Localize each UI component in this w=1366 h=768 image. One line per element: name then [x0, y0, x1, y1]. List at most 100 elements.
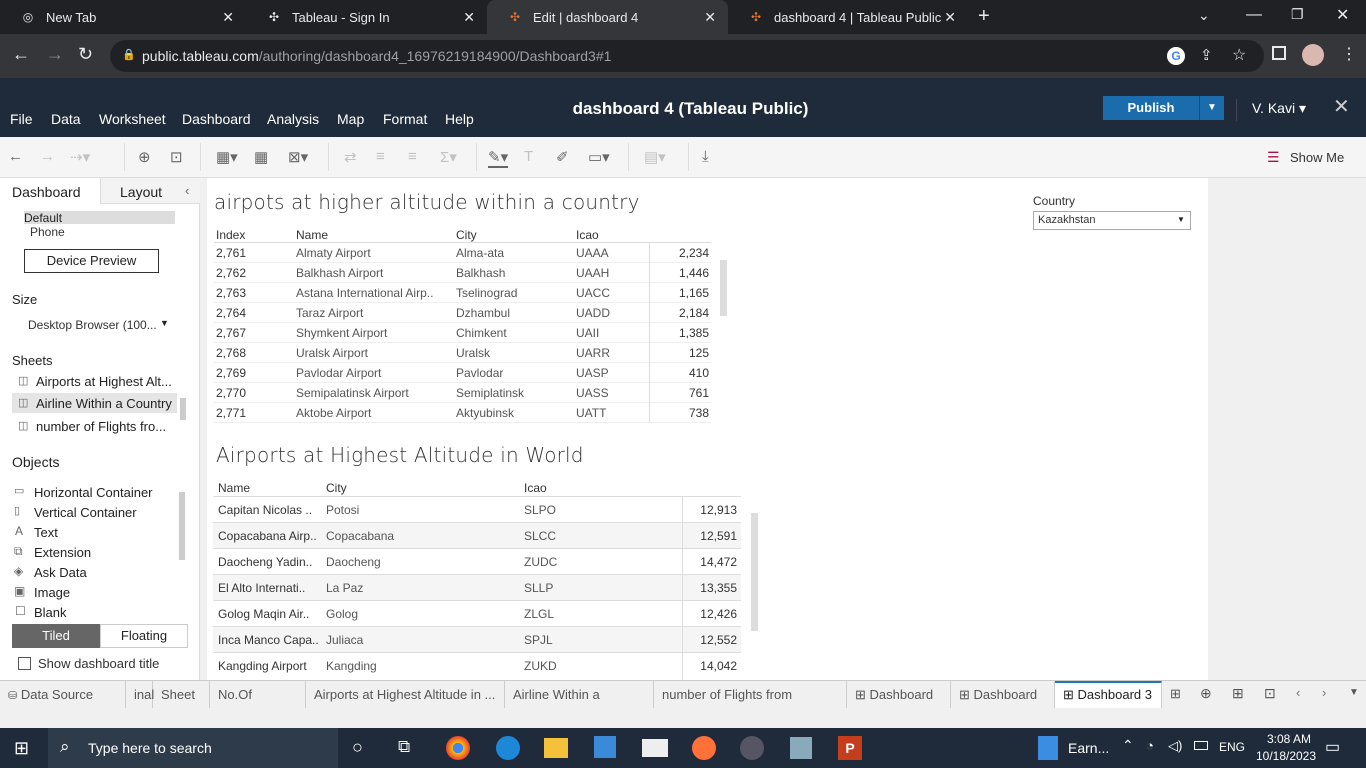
word-doc-icon[interactable] [1038, 736, 1058, 760]
object-vertical-container[interactable]: ▯ Vertical Container [14, 504, 184, 522]
highlight-icon[interactable]: ✎▾ [488, 148, 509, 168]
notepad-icon[interactable] [790, 737, 812, 759]
col-header-city[interactable]: City [456, 228, 477, 242]
taskbar-search-box[interactable]: ⌕ Type here to search [48, 728, 338, 768]
battery-icon[interactable] [1194, 741, 1208, 750]
device-phone[interactable]: Phone [30, 225, 65, 239]
new-sheet-icon[interactable]: ▦▾ [216, 148, 238, 166]
objects-scrollbar[interactable] [179, 492, 185, 560]
profile-avatar[interactable] [1302, 44, 1324, 66]
edge-icon[interactable] [496, 736, 520, 760]
tabs-menu-icon[interactable]: ▼ [1349, 687, 1359, 698]
taskbar-app-label[interactable]: Earn... [1068, 740, 1109, 756]
clock-date[interactable]: 10/18/2023 [1250, 749, 1322, 763]
windows-start-icon[interactable]: ⊞ [14, 738, 29, 759]
minimize-icon[interactable]: — [1246, 6, 1262, 24]
format-workbook-icon[interactable]: ✐ [556, 148, 569, 166]
language-indicator[interactable]: ENG [1219, 740, 1245, 754]
table-row[interactable]: Golog Maqin Air.. Golog ZLGL 12,426 [213, 600, 741, 626]
device-default[interactable]: Default [24, 211, 175, 225]
col-header-name[interactable]: Name [296, 228, 328, 242]
table-row[interactable]: Inca Manco Capa.. Juliaca SPJL 12,552 [213, 626, 741, 652]
table-row[interactable]: El Alto Internati.. La Paz SLLP 13,355 [213, 574, 741, 600]
undo-icon[interactable]: ← [8, 148, 23, 165]
sheet-item-airline-country[interactable]: ◫ Airline Within a Country [12, 393, 177, 413]
col-header-city2[interactable]: City [326, 481, 347, 495]
tiled-toggle[interactable]: Tiled [12, 624, 100, 648]
redo-icon[interactable]: → [40, 148, 55, 165]
table-row[interactable]: 2,767 Shymkent Airport Chimkent UAII 1,385 [214, 323, 711, 343]
col-header-name2[interactable]: Name [218, 481, 250, 495]
cortana-icon[interactable]: ○ [352, 737, 363, 758]
table-row[interactable]: 2,761 Almaty Airport Alma-ata UAAA 2,234 [214, 243, 711, 263]
tab-airline-country[interactable]: Airline Within a Country [505, 681, 654, 729]
tab-dashboard[interactable]: Dashboard [0, 178, 100, 204]
window-close-icon[interactable]: ✕ [1336, 5, 1349, 25]
new-story-icon[interactable]: ⊡ [1264, 685, 1276, 702]
chrome-menu-icon[interactable]: ⋮ [1341, 44, 1357, 64]
firefox-icon[interactable] [692, 736, 716, 760]
col-header-icao2[interactable]: Icao [524, 481, 547, 495]
close-tab-icon[interactable]: ✕ [463, 9, 475, 26]
sheet1-scrollbar[interactable] [720, 260, 727, 316]
google-icon[interactable]: G [1167, 47, 1185, 65]
new-datasource-icon[interactable]: ⊕ [138, 148, 151, 166]
tab-data-source[interactable]: ⛁ Data Source [0, 681, 126, 708]
swap-icon[interactable]: ⇄ [344, 148, 357, 166]
back-icon[interactable]: ← [12, 44, 30, 65]
mail-icon[interactable] [642, 739, 668, 757]
tray-chevron-icon[interactable]: ⌃ [1122, 737, 1134, 754]
table-row[interactable]: 2,770 Semipalatinsk Airport Semiplatinsk UA… [214, 383, 711, 403]
reload-icon[interactable]: ↻ [78, 44, 93, 65]
sheet-item-airports-highest[interactable]: ◫ Airports at Highest Alt... [12, 371, 177, 391]
address-bar[interactable]: 🔒 public.tableau.com/authoring/dashboard… [110, 40, 1264, 72]
replay-icon[interactable]: ⇢▾ [70, 148, 90, 166]
browser-tab-dashboard-public[interactable]: ✣ dashboard 4 | Tableau Public ✕ [728, 0, 968, 34]
volume-icon[interactable]: ◁) [1168, 738, 1182, 754]
side-panel-icon[interactable] [1272, 46, 1286, 60]
collapse-panel-icon[interactable]: ‹ [185, 183, 189, 198]
dashboard-icon[interactable]: ⊞ [1170, 686, 1181, 702]
object-ask-data[interactable]: ◈ Ask Data [14, 564, 184, 582]
sort-asc-icon[interactable]: ≡ [376, 148, 385, 165]
browser-tab-tableau-signin[interactable]: ✣ Tableau - Sign In ✕ [246, 0, 487, 34]
object-text[interactable]: A Text [14, 524, 184, 542]
object-blank[interactable]: ☐ Blank [14, 604, 184, 622]
forward-icon[interactable]: → [46, 44, 64, 65]
col-header-index[interactable]: Index [216, 228, 245, 242]
table-row[interactable]: Copacabana Airp.. Copacabana SLCC 12,591 [213, 522, 741, 548]
file-explorer-icon[interactable] [544, 738, 568, 758]
bookmark-star-icon[interactable]: ☆ [1232, 45, 1246, 65]
browser-tab-edit-dashboard[interactable]: ✣ Edit | dashboard 4 ✕ [487, 0, 728, 34]
show-title-checkbox[interactable] [18, 657, 31, 670]
new-tab-button[interactable]: + [978, 5, 990, 28]
tab-no-of-airports[interactable]: No.Of Airports [210, 681, 306, 729]
presentation-icon[interactable]: ▤▾ [644, 148, 666, 166]
wifi-icon[interactable]: ◔ [1146, 738, 1154, 753]
scroll-right-icon[interactable]: › [1322, 685, 1326, 700]
publish-button[interactable]: Publish [1103, 96, 1199, 120]
floating-toggle[interactable]: Floating [100, 624, 188, 648]
store-icon[interactable] [594, 736, 616, 758]
duplicate-sheet-icon[interactable]: ▦ [254, 148, 268, 166]
table-row[interactable]: 2,771 Aktobe Airport Aktyubinsk UATT 738 [214, 403, 711, 423]
sheets-scrollbar[interactable] [180, 398, 186, 420]
table-row[interactable]: 2,769 Pavlodar Airport Pavlodar UASP 410 [214, 363, 711, 383]
download-icon[interactable]: ⤓ [702, 148, 709, 165]
scroll-left-icon[interactable]: ‹ [1296, 685, 1300, 700]
table-row[interactable]: Daocheng Yadin.. Daocheng ZUDC 14,472 [213, 548, 741, 574]
share-icon[interactable]: ⇪ [1200, 46, 1213, 64]
tab-dashboard2[interactable]: ⊞ Dashboard 2 [951, 681, 1055, 729]
user-menu[interactable]: V. Kavi ▾ [1236, 99, 1306, 121]
tab-layout[interactable]: Layout ‹ [100, 178, 200, 204]
tab-dashboard3[interactable]: ⊞ Dashboard 3 [1055, 681, 1162, 708]
restore-icon[interactable]: ❐ [1291, 6, 1304, 23]
size-dropdown[interactable]: Desktop Browser (100... ▼ [24, 316, 174, 334]
object-horizontal-container[interactable]: ▭ Horizontal Container [14, 484, 184, 502]
sheet-item-flights[interactable]: ◫ number of Flights fro... [12, 416, 177, 436]
notifications-icon[interactable]: ▭ [1325, 737, 1340, 757]
sheet2-scrollbar[interactable] [751, 513, 758, 631]
publish-dropdown-icon[interactable]: ▼ [1199, 96, 1224, 120]
powerpoint-icon[interactable]: P [838, 736, 862, 760]
close-tab-icon[interactable]: ✕ [944, 9, 956, 26]
